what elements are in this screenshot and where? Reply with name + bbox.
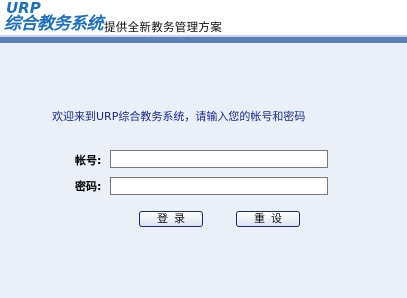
logo-system-name: 综合教务系统 xyxy=(4,14,104,34)
account-input[interactable] xyxy=(110,150,328,168)
header-divider xyxy=(0,37,407,43)
password-input[interactable] xyxy=(110,177,328,195)
welcome-message: 欢迎来到URP综合教务系统，请输入您的帐号和密码 xyxy=(52,110,306,123)
header-tagline: 提供全新教务管理方案 xyxy=(104,20,222,34)
account-label: 帐号: xyxy=(75,154,102,167)
urp-logo: URP 综合教务系统 xyxy=(2,0,112,36)
password-label: 密码: xyxy=(75,180,102,193)
login-button[interactable]: 登录 xyxy=(139,211,203,227)
app-header: URP 综合教务系统 提供全新教务管理方案 xyxy=(0,0,407,38)
reset-button[interactable]: 重设 xyxy=(236,211,300,227)
